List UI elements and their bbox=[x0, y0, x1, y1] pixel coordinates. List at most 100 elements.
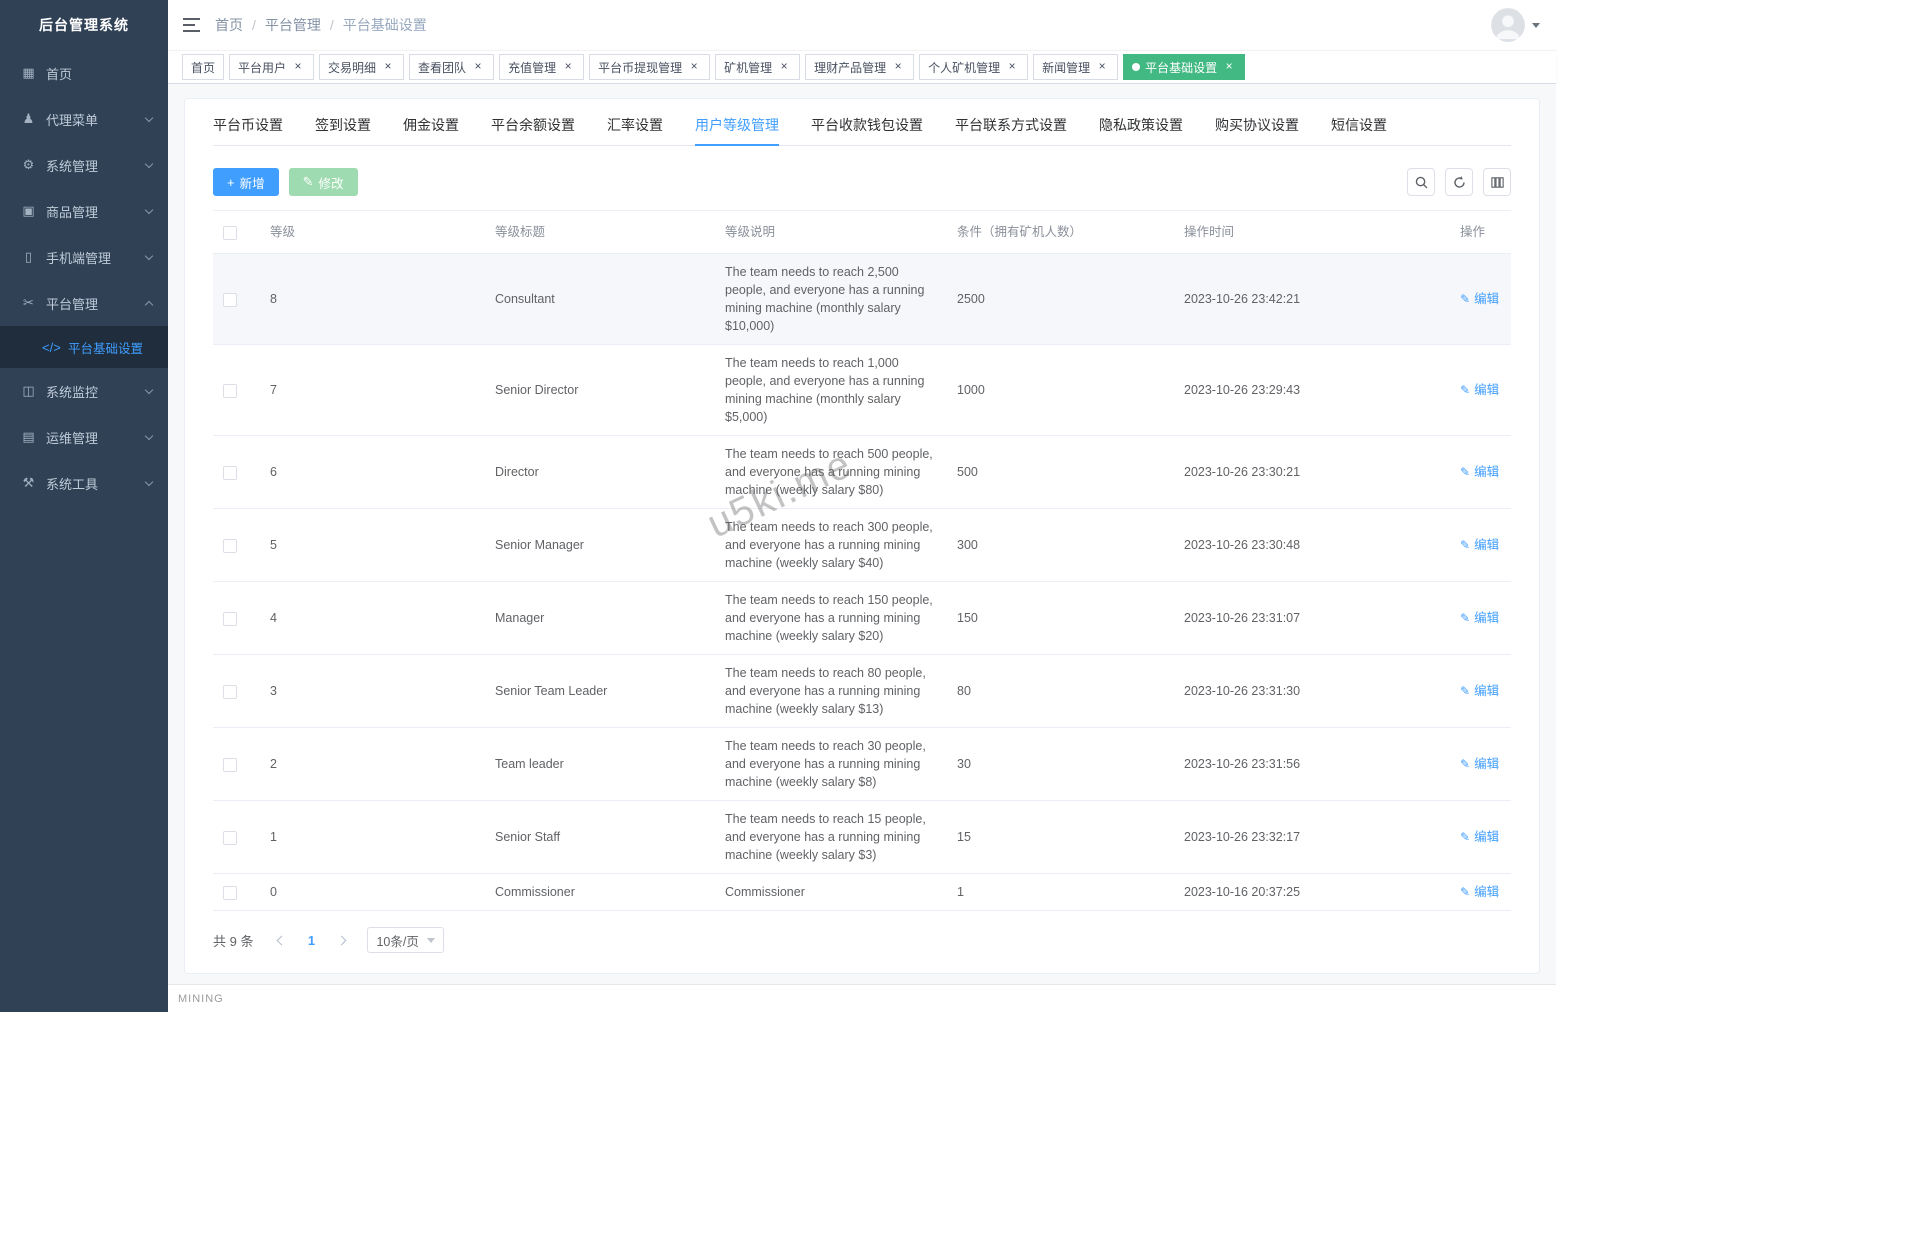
tab-item[interactable]: 平台余额设置 bbox=[475, 105, 591, 145]
pagination: 共 9 条 1 10条/页 bbox=[213, 927, 1511, 953]
edit-button[interactable]: ✎ 修改 bbox=[288, 168, 358, 196]
tag-label: 交易明细 bbox=[328, 60, 377, 75]
tab-item[interactable]: 用户等级管理 bbox=[679, 105, 795, 146]
tag-item[interactable]: 充值管理 × bbox=[499, 54, 585, 80]
tag-item[interactable]: 首页 × bbox=[182, 54, 225, 80]
tab-item[interactable]: 平台币设置 bbox=[213, 105, 299, 145]
edit-row-button[interactable]: ✎ 编辑 bbox=[1460, 883, 1499, 901]
refresh-icon bbox=[1453, 175, 1465, 188]
columns-button[interactable] bbox=[1483, 168, 1511, 196]
cell-time: 2023-10-26 23:31:56 bbox=[1174, 727, 1450, 801]
close-icon[interactable]: × bbox=[561, 60, 575, 74]
edit-row-button[interactable]: ✎ 编辑 bbox=[1460, 536, 1499, 554]
close-icon[interactable]: × bbox=[1095, 60, 1109, 74]
sidebar-item[interactable]: ◫ 系统监控 bbox=[0, 368, 168, 414]
sidebar-item[interactable]: </> 平台基础设置 bbox=[0, 326, 168, 368]
sidebar-item[interactable]: ▦ 首页 bbox=[0, 50, 168, 96]
close-icon[interactable]: × bbox=[687, 60, 701, 74]
sidebar-item[interactable]: ▤ 运维管理 bbox=[0, 414, 168, 460]
row-checkbox[interactable] bbox=[223, 538, 237, 553]
table-row: 8 Consultant The team needs to reach 2,5… bbox=[213, 253, 1511, 345]
search-button[interactable] bbox=[1407, 168, 1435, 196]
table-header-row: 等级 等级标题 等级说明 条件（拥有矿机人数） 操作时间 操作 bbox=[213, 210, 1511, 254]
close-icon[interactable]: × bbox=[471, 60, 485, 74]
cell-description: The team needs to reach 150 people, and … bbox=[715, 581, 947, 655]
chevron-down-icon[interactable] bbox=[1532, 22, 1540, 28]
prev-page-button[interactable] bbox=[269, 928, 293, 952]
edit-row-button[interactable]: ✎ 编辑 bbox=[1460, 290, 1499, 308]
row-checkbox[interactable] bbox=[223, 383, 237, 398]
close-icon[interactable]: × bbox=[891, 60, 905, 74]
tag-item[interactable]: 矿机管理 × bbox=[715, 54, 801, 80]
close-icon[interactable]: × bbox=[381, 60, 395, 74]
row-checkbox[interactable] bbox=[223, 611, 237, 626]
row-checkbox[interactable] bbox=[223, 292, 237, 307]
tag-item[interactable]: 理财产品管理 × bbox=[805, 54, 915, 80]
add-button[interactable]: + 新增 bbox=[213, 168, 279, 196]
sidebar-item[interactable]: ▯ 手机端管理 bbox=[0, 234, 168, 280]
tab-item[interactable]: 平台联系方式设置 bbox=[939, 105, 1083, 145]
chevron-icon bbox=[144, 205, 154, 214]
tab-item[interactable]: 签到设置 bbox=[299, 105, 387, 145]
sidebar-item[interactable]: ♟ 代理菜单 bbox=[0, 96, 168, 142]
breadcrumb-item[interactable]: 平台管理 bbox=[265, 15, 321, 35]
tab-item[interactable]: 平台收款钱包设置 bbox=[795, 105, 939, 145]
edit-row-button[interactable]: ✎ 编辑 bbox=[1460, 381, 1499, 399]
breadcrumb-item[interactable]: 平台基础设置 bbox=[343, 15, 427, 35]
tag-item[interactable]: 交易明细 × bbox=[319, 54, 405, 80]
pencil-icon: ✎ bbox=[1460, 383, 1471, 397]
tag-item[interactable]: 平台用户 × bbox=[229, 54, 315, 80]
pencil-icon: ✎ bbox=[1460, 292, 1471, 306]
tag-item[interactable]: 新闻管理 × bbox=[1033, 54, 1119, 80]
tab-item[interactable]: 汇率设置 bbox=[591, 105, 679, 145]
table-row: 7 Senior Director The team needs to reac… bbox=[213, 344, 1511, 436]
column-header: 等级说明 bbox=[715, 210, 947, 254]
page-size-select[interactable]: 10条/页 bbox=[367, 927, 444, 953]
edit-row-button[interactable]: ✎ 编辑 bbox=[1460, 828, 1499, 846]
close-icon[interactable]: × bbox=[1222, 60, 1236, 74]
avatar[interactable] bbox=[1491, 8, 1525, 42]
edit-row-button[interactable]: ✎ 编辑 bbox=[1460, 463, 1499, 481]
tab-item[interactable]: 短信设置 bbox=[1315, 105, 1403, 145]
sidebar-item[interactable]: ⚒ 系统工具 bbox=[0, 460, 168, 506]
sidebar-item[interactable]: ⚙ 系统管理 bbox=[0, 142, 168, 188]
edit-row-button[interactable]: ✎ 编辑 bbox=[1460, 755, 1499, 773]
edit-row-button[interactable]: ✎ 编辑 bbox=[1460, 682, 1499, 700]
row-checkbox[interactable] bbox=[223, 830, 237, 845]
next-page-button[interactable] bbox=[329, 928, 353, 952]
close-icon[interactable]: × bbox=[777, 60, 791, 74]
cell-description: The team needs to reach 2,500 people, an… bbox=[715, 253, 947, 345]
select-all-checkbox[interactable] bbox=[223, 225, 237, 240]
edit-row-button[interactable]: ✎ 编辑 bbox=[1460, 609, 1499, 627]
tab-item[interactable]: 购买协议设置 bbox=[1199, 105, 1315, 145]
row-checkbox[interactable] bbox=[223, 885, 237, 900]
cell-condition: 150 bbox=[947, 581, 1174, 655]
tag-item[interactable]: 个人矿机管理 × bbox=[919, 54, 1029, 80]
refresh-button[interactable] bbox=[1445, 168, 1473, 196]
sidebar: 后台管理系统 ▦ 首页 ♟ 代理菜单 ⚙ 系统管理 ▣ 商品管理 ▯ 手机端管理… bbox=[0, 0, 168, 1012]
sidebar-item[interactable]: ✂ 平台管理 bbox=[0, 280, 168, 326]
pencil-icon: ✎ bbox=[302, 174, 314, 189]
pencil-icon: ✎ bbox=[1460, 538, 1471, 552]
chevron-icon bbox=[144, 113, 154, 122]
row-checkbox[interactable] bbox=[223, 757, 237, 772]
tag-item[interactable]: 平台币提现管理 × bbox=[589, 54, 711, 80]
goods-icon: ▣ bbox=[22, 203, 35, 218]
table-row: 2 Team leader The team needs to reach 30… bbox=[213, 727, 1511, 801]
tag-item[interactable]: 查看团队 × bbox=[409, 54, 495, 80]
settings-card: 平台币设置 签到设置 佣金设置 平台余额设置 汇率设置 用户等级管理 平台收款钱… bbox=[184, 98, 1540, 974]
tag-item[interactable]: 平台基础设置 × bbox=[1123, 54, 1246, 80]
settings-tabs: 平台币设置 签到设置 佣金设置 平台余额设置 汇率设置 用户等级管理 平台收款钱… bbox=[213, 105, 1511, 146]
close-icon[interactable]: × bbox=[291, 60, 305, 74]
hamburger-icon[interactable] bbox=[168, 0, 215, 50]
row-checkbox[interactable] bbox=[223, 684, 237, 699]
tab-item[interactable]: 隐私政策设置 bbox=[1083, 105, 1199, 145]
page-number[interactable]: 1 bbox=[299, 928, 323, 952]
close-icon[interactable]: × bbox=[1005, 60, 1019, 74]
tab-item[interactable]: 佣金设置 bbox=[387, 105, 475, 145]
row-checkbox[interactable] bbox=[223, 465, 237, 480]
cell-level: 8 bbox=[260, 253, 485, 345]
sidebar-item[interactable]: ▣ 商品管理 bbox=[0, 188, 168, 234]
breadcrumb-item[interactable]: 首页 bbox=[215, 15, 243, 35]
cell-title: Director bbox=[485, 435, 715, 509]
